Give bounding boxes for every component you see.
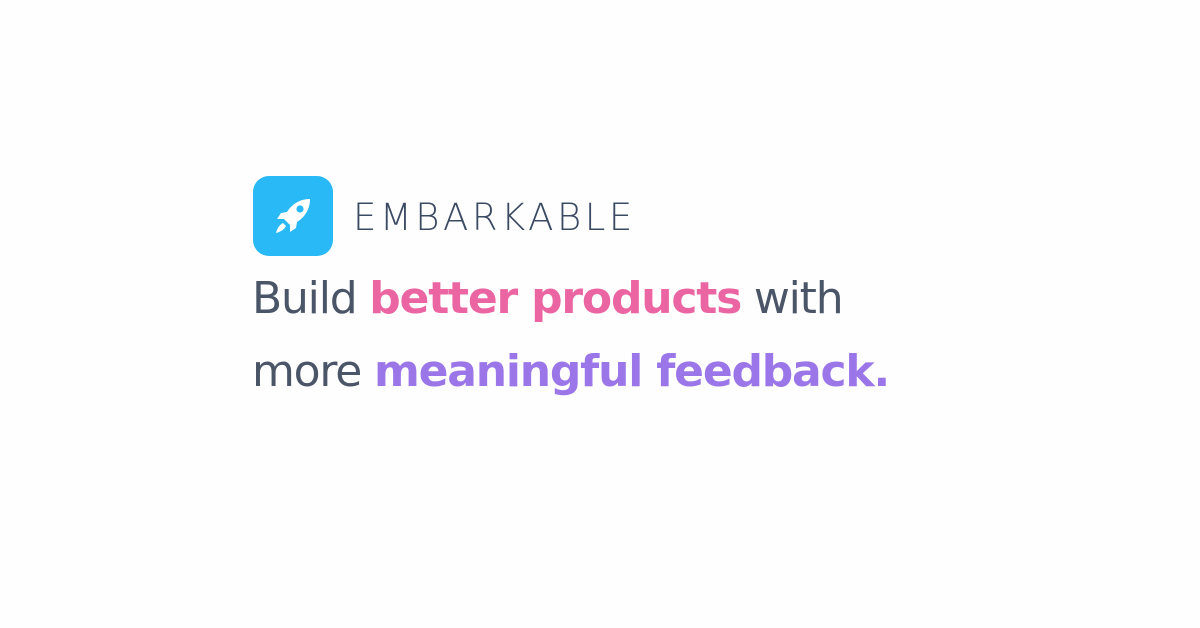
headline-highlight-pink: better products bbox=[369, 273, 742, 324]
headline-text: more bbox=[252, 346, 374, 397]
headline-text: Build bbox=[252, 273, 370, 324]
brand-name: EMBARKABLE bbox=[353, 195, 636, 239]
headline-highlight-purple: meaningful feedback. bbox=[373, 346, 890, 397]
headline-text: with bbox=[741, 273, 844, 324]
headline-line-2: more meaningful feedback. bbox=[252, 335, 890, 408]
logo-tile bbox=[253, 176, 333, 256]
hero-banner: EMBARKABLE Build better products with mo… bbox=[0, 0, 1200, 628]
rocket-icon bbox=[276, 199, 310, 233]
headline: Build better products with more meaningf… bbox=[252, 262, 890, 408]
headline-line-1: Build better products with bbox=[252, 262, 889, 335]
brand-lockup: EMBARKABLE bbox=[253, 176, 636, 256]
